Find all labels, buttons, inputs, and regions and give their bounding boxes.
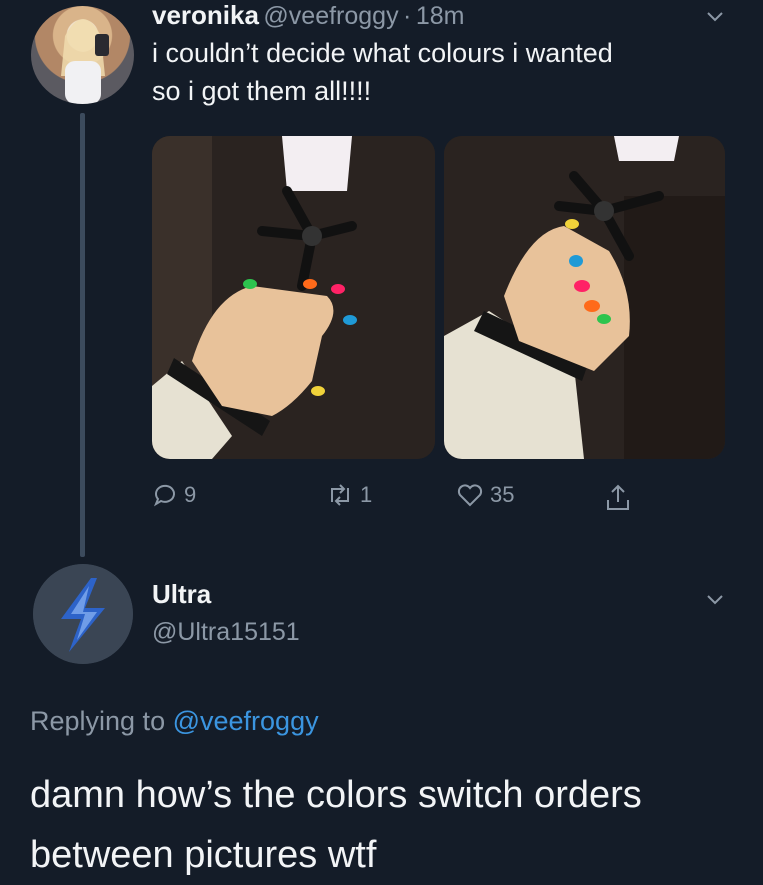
- chevron-down-icon[interactable]: [706, 8, 724, 26]
- reply-display-name[interactable]: Ultra: [152, 579, 211, 610]
- reply-action[interactable]: 9: [152, 482, 196, 508]
- replying-to: Replying to @veefroggy: [30, 706, 319, 737]
- tweet-text-line1: i couldn’t decide what colours i wanted: [152, 38, 613, 68]
- like-count: 35: [490, 482, 515, 507]
- timestamp[interactable]: 18m: [416, 2, 465, 30]
- replying-prefix: Replying to: [30, 706, 166, 736]
- avatar[interactable]: [33, 564, 133, 664]
- share-icon: [607, 484, 629, 510]
- tweet-header: veronika @veefroggy · 18m: [152, 0, 464, 31]
- avatar-photo: [61, 19, 109, 104]
- lightning-logo: [33, 564, 133, 664]
- thread-line: [80, 113, 85, 557]
- reply-text: damn how’s the colors switch orders betw…: [30, 765, 642, 885]
- like-action[interactable]: 35: [456, 482, 514, 508]
- handle[interactable]: @veefroggy: [263, 2, 398, 30]
- replying-handle[interactable]: @veefroggy: [173, 706, 319, 736]
- reply-text-line1: damn how’s the colors switch orders: [30, 774, 642, 816]
- retweet-count: 1: [360, 482, 373, 507]
- tweet-text: i couldn’t decide what colours i wanted …: [152, 34, 613, 110]
- heart-icon: [457, 484, 483, 507]
- reply-handle[interactable]: @Ultra15151: [152, 618, 300, 647]
- reply-icon: [153, 484, 175, 507]
- chevron-down-icon[interactable]: [706, 591, 724, 609]
- separator: ·: [403, 2, 412, 30]
- tweet-photo-1[interactable]: [152, 136, 435, 459]
- avatar[interactable]: [31, 6, 134, 104]
- reply-text-line2: between pictures wtf: [30, 834, 377, 876]
- display-name[interactable]: veronika: [152, 0, 259, 30]
- share-action[interactable]: [605, 482, 631, 512]
- reply-count: 9: [184, 482, 197, 507]
- retweet-icon: [331, 484, 349, 506]
- tweet-text-line2: so i got them all!!!!: [152, 76, 372, 106]
- retweet-action[interactable]: 1: [326, 482, 372, 508]
- tweet-photo-2[interactable]: [444, 136, 725, 459]
